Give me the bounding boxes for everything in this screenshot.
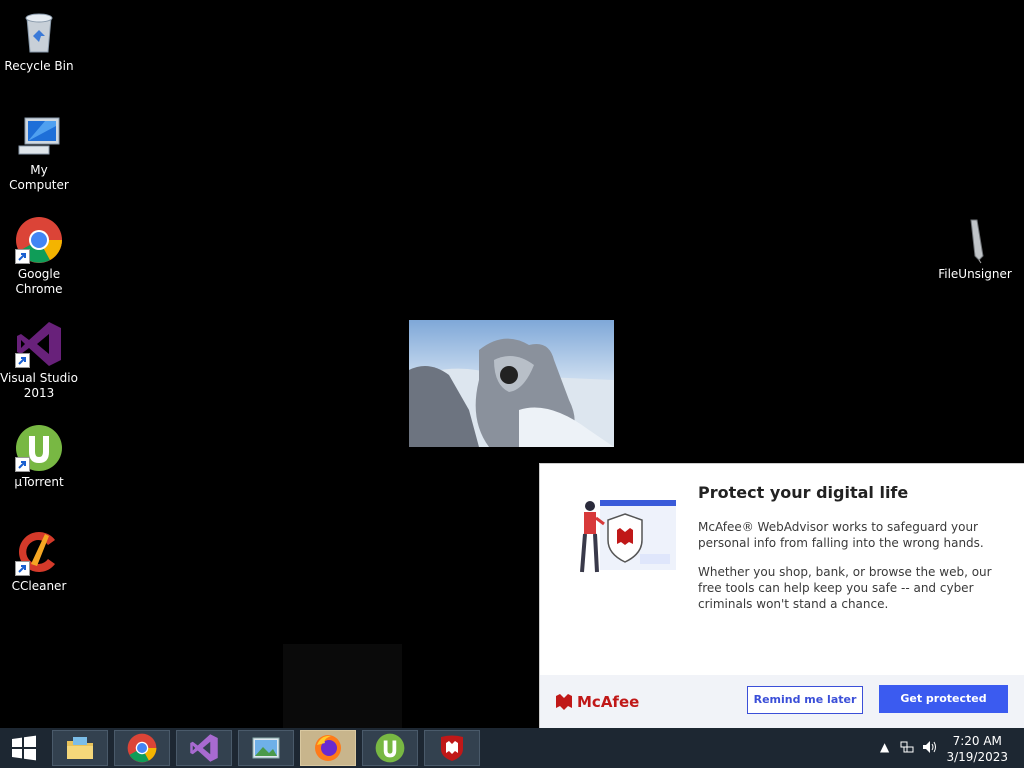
get-protected-button[interactable]: Get protected — [879, 685, 1008, 713]
visual-studio-icon — [190, 734, 218, 762]
chrome-icon — [15, 216, 63, 264]
desktop-icon-recycle-bin[interactable]: Recycle Bin — [0, 8, 78, 74]
desktop-icon-ccleaner[interactable]: CCleaner — [0, 528, 78, 594]
popup-description: McAfee® WebAdvisor works to safeguard yo… — [698, 520, 984, 550]
mcafee-webadvisor-popup: Protect your digital life McAfee® WebAdv… — [539, 463, 1024, 729]
remind-me-later-button[interactable]: Remind me later — [747, 686, 863, 714]
computer-icon — [15, 112, 63, 160]
mcafee-shield-icon — [556, 694, 572, 710]
system-tray: ▲ 7:20 AM 3/19/2023 — [864, 728, 1024, 768]
desktop-icon-label: My Computer — [9, 163, 69, 192]
system-clock[interactable]: 7:20 AM 3/19/2023 — [946, 733, 1008, 765]
brand-name: McAfee — [577, 693, 640, 711]
popup-description-secondary: Whether you shop, bank, or browse the we… — [698, 565, 992, 611]
desktop-icon-label: µTorrent — [14, 475, 64, 489]
desktop-icon-google-chrome[interactable]: Google Chrome — [0, 216, 78, 297]
faded-window-preview — [283, 644, 402, 728]
desktop-icon-label: Recycle Bin — [4, 59, 74, 73]
desktop-icon-label: Visual Studio 2013 — [0, 371, 78, 400]
desktop-icon-fileunsigner[interactable]: FileUnsigner — [936, 216, 1014, 282]
taskbar-app-mcafee[interactable] — [424, 730, 480, 766]
volume-icon[interactable] — [922, 740, 938, 757]
mcafee-logo: McAfee — [555, 693, 639, 711]
utorrent-icon — [15, 424, 63, 472]
firefox-icon — [315, 735, 341, 761]
clock-time: 7:20 AM — [952, 734, 1002, 748]
show-hidden-icons-icon[interactable]: ▲ — [880, 740, 889, 754]
windows-logo-icon — [12, 735, 36, 761]
desktop-icon-my-computer[interactable]: My Computer — [0, 112, 78, 193]
desktop-icon-utorrent[interactable]: µTorrent — [0, 424, 78, 490]
popup-title: Protect your digital life — [698, 483, 909, 502]
taskbar-app-firefox[interactable] — [300, 730, 356, 766]
photo-icon — [252, 737, 280, 759]
clock-date: 3/19/2023 — [946, 750, 1008, 764]
taskbar-app-utorrent[interactable] — [362, 730, 418, 766]
popup-footer: McAfee Remind me later Get protected — [540, 675, 1024, 729]
shortcut-arrow-icon — [15, 353, 30, 368]
folder-icon — [67, 737, 93, 759]
taskbar: ▲ 7:20 AM 3/19/2023 — [0, 728, 1024, 768]
wallpaper-image — [409, 320, 614, 447]
taskbar-app-chrome[interactable] — [114, 730, 170, 766]
desktop-icon-visual-studio[interactable]: Visual Studio 2013 — [0, 320, 78, 401]
visual-studio-icon — [15, 320, 63, 368]
recycle-bin-icon — [15, 8, 63, 56]
ccleaner-icon — [15, 528, 63, 576]
taskbar-app-visual-studio[interactable] — [176, 730, 232, 766]
taskbar-app-file-explorer[interactable] — [52, 730, 108, 766]
taskbar-app-photo-viewer[interactable] — [238, 730, 294, 766]
pen-icon — [951, 216, 999, 264]
chrome-icon — [127, 733, 157, 763]
shortcut-arrow-icon — [15, 249, 30, 264]
desktop-icon-label: FileUnsigner — [938, 267, 1012, 281]
utorrent-icon — [375, 733, 405, 763]
network-icon[interactable] — [900, 740, 914, 757]
start-button[interactable] — [0, 728, 48, 768]
shortcut-arrow-icon — [15, 457, 30, 472]
security-illustration — [570, 494, 680, 584]
shortcut-arrow-icon — [15, 561, 30, 576]
mcafee-icon — [441, 735, 463, 761]
desktop-icon-label: CCleaner — [11, 579, 67, 593]
desktop-icon-label: Google Chrome — [15, 267, 63, 296]
